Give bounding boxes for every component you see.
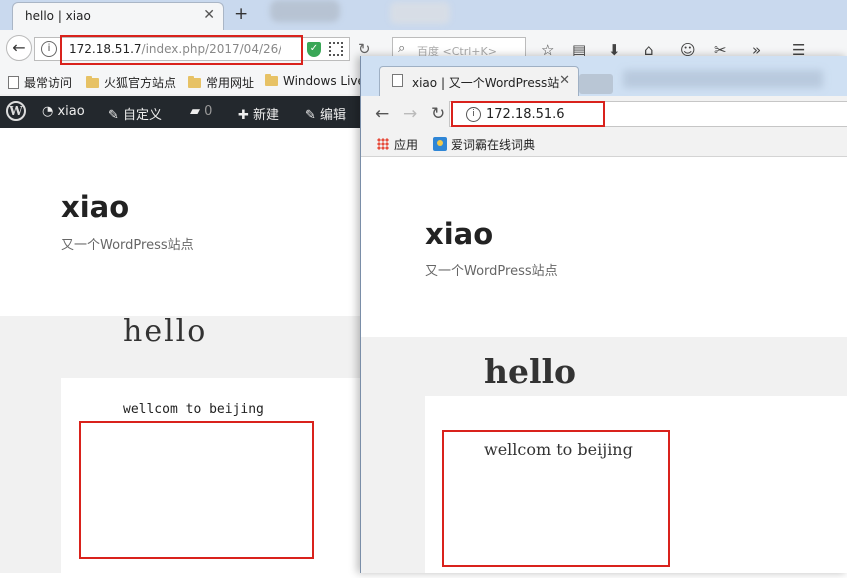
blurred-background-icon: [270, 0, 340, 22]
url-highlight-box: [451, 101, 605, 127]
chrome-window: xiao | 又一个WordPress站点 ✕ ← → ↻ i 172.18.5…: [360, 56, 847, 573]
new-tab-button[interactable]: [579, 74, 613, 94]
bookmark-apps[interactable]: 应用: [377, 136, 418, 153]
post-title[interactable]: hello: [123, 314, 207, 349]
bookmark-common-sites[interactable]: 常用网址: [188, 74, 254, 91]
close-icon[interactable]: ✕: [203, 8, 215, 22]
chrome-title-bar: xiao | 又一个WordPress站点 ✕: [361, 56, 847, 96]
folder-icon: [188, 76, 201, 88]
bookmark-firefox-official[interactable]: 火狐官方站点: [86, 74, 176, 91]
close-icon[interactable]: ✕: [559, 73, 570, 88]
pencil-icon: ✎: [305, 108, 316, 123]
bookmark-label: 最常访问: [24, 76, 73, 90]
admin-site-link[interactable]: ◔ xiao: [42, 104, 85, 119]
back-icon[interactable]: ←: [6, 35, 32, 61]
admin-customize-link[interactable]: ✎ 自定义: [108, 104, 162, 123]
firefox-tab-hello[interactable]: hello | xiao ✕: [12, 2, 224, 30]
chrome-tab-xiao[interactable]: xiao | 又一个WordPress站点 ✕: [379, 66, 579, 96]
site-title[interactable]: xiao: [61, 190, 129, 224]
admin-new-label: 新建: [253, 108, 280, 123]
info-icon[interactable]: i: [41, 41, 57, 57]
back-icon[interactable]: ←: [375, 104, 389, 124]
admin-comments-link[interactable]: ▰ 0: [190, 104, 212, 119]
reload-icon[interactable]: ↻: [431, 104, 445, 124]
tab-title: hello | xiao: [25, 9, 91, 23]
plus-icon: ✚: [238, 108, 249, 123]
admin-edit-link[interactable]: ✎ 编辑: [305, 104, 346, 123]
search-icon: ⌕: [398, 41, 406, 56]
site-title[interactable]: xiao: [425, 217, 493, 251]
post-body: wellcom to beijing: [123, 402, 264, 417]
bookmark-iciba[interactable]: 爱词霸在线词典: [433, 136, 535, 153]
dashboard-icon: ◔: [42, 104, 54, 119]
blurred-background-element: [623, 70, 823, 88]
bookmark-label: 爱词霸在线词典: [451, 138, 536, 152]
folder-icon: [86, 76, 99, 88]
brush-icon: ✎: [108, 108, 119, 123]
forward-icon[interactable]: →: [403, 104, 417, 124]
admin-edit-label: 编辑: [320, 108, 347, 123]
bookmark-windows-live[interactable]: Windows Live: [265, 74, 365, 88]
bookmark-frequent[interactable]: 最常访问: [8, 74, 72, 91]
firefox-tab-strip: hello | xiao ✕ +: [0, 0, 847, 30]
bookmark-label: Windows Live: [283, 74, 365, 88]
admin-customize-label: 自定义: [123, 108, 163, 123]
bookmark-label: 常用网址: [206, 76, 255, 90]
admin-new-link[interactable]: ✚ 新建: [238, 104, 279, 123]
new-tab-icon[interactable]: +: [234, 5, 248, 23]
comment-icon: ▰: [190, 104, 200, 119]
shield-icon[interactable]: ✓: [307, 42, 321, 57]
site-tagline: 又一个WordPress站点: [61, 238, 194, 253]
page-icon: [392, 74, 403, 87]
post-highlight-box: [79, 421, 314, 559]
admin-comments-count: 0: [204, 104, 213, 119]
apps-icon: [377, 138, 389, 150]
qr-icon[interactable]: [329, 42, 343, 56]
admin-site-label: xiao: [57, 104, 85, 119]
blurred-background-element: [390, 2, 450, 24]
post-highlight-box: [442, 430, 670, 567]
dictionary-icon: [433, 137, 447, 151]
post-title[interactable]: hello: [484, 352, 576, 391]
folder-icon: [265, 74, 278, 86]
url-highlight-box: [60, 35, 303, 65]
bookmark-label: 火狐官方站点: [104, 76, 177, 90]
wordpress-icon[interactable]: W: [6, 101, 26, 121]
chrome-bookmarks-bar: 应用 爱词霸在线词典: [361, 132, 847, 157]
site-tagline: 又一个WordPress站点: [425, 264, 558, 279]
tab-title: xiao | 又一个WordPress站点: [412, 76, 560, 90]
gear-icon: [8, 76, 19, 89]
bookmark-label: 应用: [394, 138, 419, 152]
